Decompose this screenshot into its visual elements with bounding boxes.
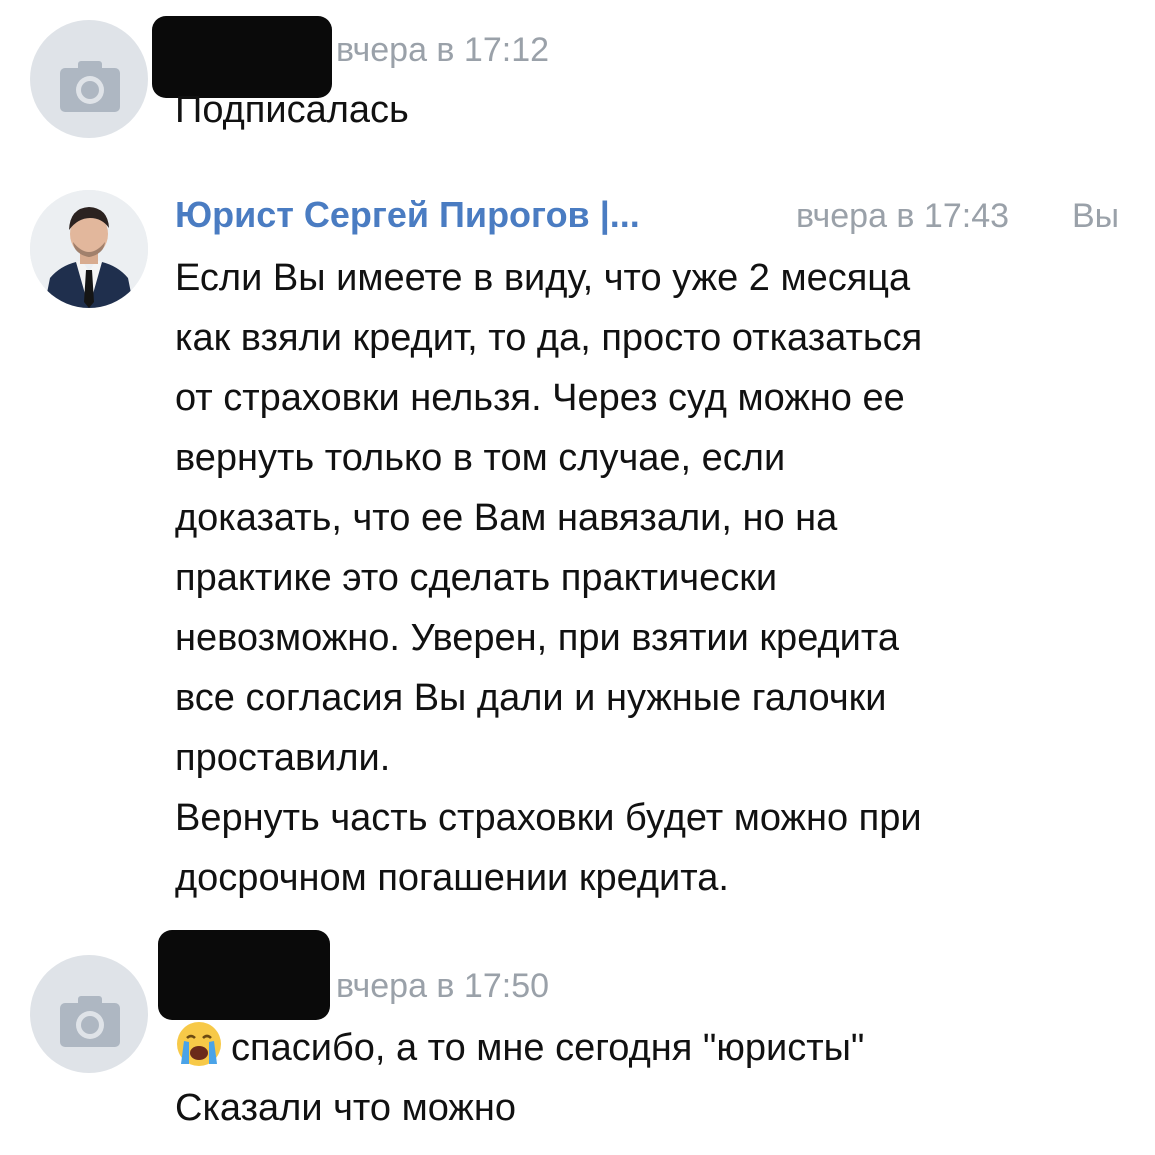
- message-line: Сказали что можно: [175, 1087, 516, 1129]
- message-line: Если Вы имеете в виду, что уже 2 месяца: [175, 257, 911, 299]
- user-avatar-placeholder[interactable]: [30, 20, 148, 138]
- message-text: Если Вы имеете в виду, что уже 2 месяца …: [175, 248, 922, 908]
- message-line: досрочном погашении кредита.: [175, 857, 729, 899]
- message-line: невозможно. Уверен, при взятии кредита: [175, 617, 900, 659]
- message-text: спасибо, а то мне сегодня "юристы" Сказа…: [175, 1018, 864, 1138]
- lawyer-avatar[interactable]: [30, 190, 148, 308]
- message-timestamp: вчера в 17:43: [796, 197, 1010, 235]
- camera-icon: [60, 996, 120, 1047]
- message-line: спасибо, а то мне сегодня "юристы": [175, 1018, 864, 1078]
- message-line: Подписалась: [175, 89, 409, 131]
- camera-icon: [60, 61, 120, 112]
- message-line: проставили.: [175, 737, 391, 779]
- message-line: от страховки нельзя. Через суд можно ее: [175, 377, 905, 419]
- message-line: вернуть только в том случае, если: [175, 437, 786, 479]
- message-line: доказать, что ее Вам навязали, но на: [175, 497, 838, 539]
- message-timestamp: вчера в 17:50: [336, 967, 550, 1005]
- message-line: Вернуть часть страховки будет можно при: [175, 797, 922, 839]
- message-line: практике это сделать практически: [175, 557, 778, 599]
- message-line-text: спасибо, а то мне сегодня "юристы": [231, 1027, 865, 1069]
- message-text: Подписалась: [175, 80, 409, 140]
- redacted-username: [158, 930, 330, 1020]
- message-timestamp: вчера в 17:12: [336, 31, 550, 69]
- message-line: как взяли кредит, то да, просто отказать…: [175, 317, 923, 359]
- author-name-link[interactable]: Юрист Сергей Пирогов |...: [175, 193, 640, 237]
- crying-face-emoji-icon: [177, 1022, 221, 1066]
- person-photo-icon: [30, 190, 148, 308]
- user-avatar-placeholder[interactable]: [30, 955, 148, 1073]
- message-line: все согласия Вы дали и нужные галочки: [175, 677, 887, 719]
- you-label: Вы: [1072, 197, 1120, 235]
